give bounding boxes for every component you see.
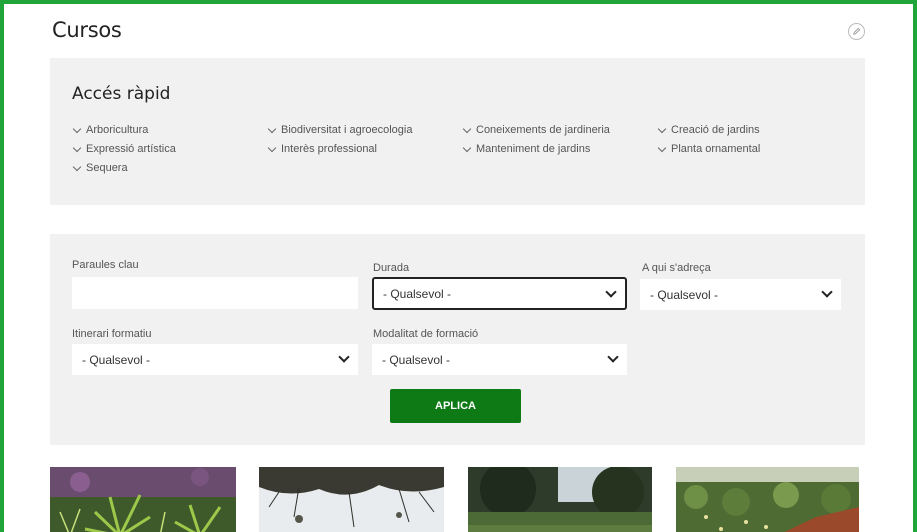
quick-link-planta[interactable]: Planta ornamental (657, 143, 852, 155)
apply-button[interactable]: APLICA (390, 389, 521, 423)
quick-link-label: Biodiversitat i agroecologia (281, 124, 413, 136)
chevron-down-icon (267, 143, 277, 152)
audience-label: A qui s'adreça (642, 262, 711, 274)
modality-label: Modalitat de formació (373, 328, 479, 340)
chevron-down-icon (72, 143, 82, 152)
audience-select[interactable]: - Qualsevol - (640, 279, 841, 310)
duration-selected: - Qualsevol - (383, 286, 452, 301)
chevron-down-icon (605, 286, 617, 298)
chevron-down-icon (821, 286, 833, 298)
pencil-glyph (853, 27, 861, 35)
itinerary-select[interactable]: - Qualsevol - (72, 344, 358, 375)
page-frame: Cursos Accés ràpid Arboricultura Biodive… (0, 0, 917, 532)
quick-link-label: Coneixements de jardineria (476, 124, 610, 136)
duration-label: Durada (373, 262, 410, 274)
course-card[interactable] (676, 467, 859, 532)
quick-link-label: Creació de jardins (671, 124, 760, 136)
chevron-down-icon (72, 162, 82, 171)
itinerary-selected: - Qualsevol - (82, 352, 151, 367)
chevron-down-icon (657, 124, 667, 133)
quick-access-links: Arboricultura Biodiversitat i agroecolog… (72, 124, 862, 174)
modality-selected: - Qualsevol - (382, 352, 451, 367)
quick-link-coneixements[interactable]: Coneixements de jardineria (462, 124, 657, 136)
course-card[interactable] (259, 467, 444, 532)
quick-access-title: Accés ràpid (72, 84, 171, 104)
quick-link-biodiversitat[interactable]: Biodiversitat i agroecologia (267, 124, 462, 136)
chevron-down-icon (267, 124, 277, 133)
quick-link-creacio[interactable]: Creació de jardins (657, 124, 852, 136)
chevron-down-icon (462, 124, 472, 133)
quick-link-label: Arboricultura (86, 124, 149, 136)
quick-link-interes[interactable]: Interès professional (267, 143, 462, 155)
filter-panel: Paraules clau Durada - Qualsevol - A qui… (50, 234, 865, 445)
quick-link-arboricultura[interactable]: Arboricultura (72, 124, 267, 136)
quick-link-label: Planta ornamental (671, 143, 761, 155)
quick-link-label: Manteniment de jardins (476, 143, 591, 155)
pencil-icon[interactable] (848, 23, 865, 40)
quick-access-panel: Accés ràpid Arboricultura Biodiversitat … (50, 58, 865, 205)
pine-branches-image (259, 467, 444, 532)
chevron-down-icon (462, 143, 472, 152)
quick-link-manteniment[interactable]: Manteniment de jardins (462, 143, 657, 155)
modality-select[interactable]: - Qualsevol - (372, 344, 627, 375)
quick-link-label: Sequera (86, 162, 128, 174)
course-card[interactable] (468, 467, 652, 532)
quick-link-label: Expressió artística (86, 143, 176, 155)
quick-link-label: Interès professional (281, 143, 377, 155)
keywords-input[interactable] (72, 277, 358, 309)
flower-garden-image (676, 467, 859, 532)
page-title: Cursos (52, 18, 122, 42)
course-card[interactable] (50, 467, 236, 532)
succulent-plants-image (50, 467, 236, 532)
audience-selected: - Qualsevol - (650, 287, 719, 302)
quick-link-sequera[interactable]: Sequera (72, 162, 267, 174)
itinerary-label: Itinerari formatiu (72, 328, 152, 340)
garden-trees-image (468, 467, 652, 532)
chevron-down-icon (338, 351, 350, 363)
quick-link-expressio[interactable]: Expressió artística (72, 143, 267, 155)
chevron-down-icon (607, 351, 619, 363)
chevron-down-icon (657, 143, 667, 152)
keywords-label: Paraules clau (72, 259, 139, 271)
chevron-down-icon (72, 124, 82, 133)
duration-select[interactable]: - Qualsevol - (372, 277, 627, 310)
